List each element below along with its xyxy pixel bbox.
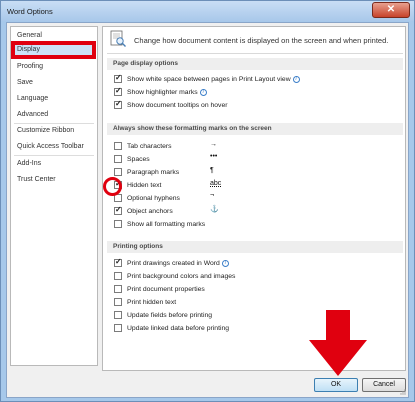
display-highlight-annotation — [11, 41, 96, 59]
checkbox[interactable] — [114, 99, 122, 109]
sidebar-item-quick-access-toolbar[interactable]: Quick Access Toolbar — [17, 143, 84, 150]
option-paragraph-marks[interactable]: Paragraph marks — [114, 167, 179, 177]
space-dots-icon: ••• — [210, 153, 218, 160]
option-label: Update linked data before printing — [127, 324, 230, 332]
option-show-document-tooltips[interactable]: Show document tooltips on hover — [114, 99, 228, 110]
tab-arrow-icon: → — [210, 141, 217, 148]
display-document-icon — [110, 30, 126, 47]
option-show-highlighter-marks[interactable]: Show highlighter marks i — [114, 86, 207, 97]
title-bar: Word Options ✕ — [1, 1, 414, 21]
option-update-fields[interactable]: Update fields before printing — [114, 310, 212, 320]
option-print-hidden-text[interactable]: Print hidden text — [114, 297, 176, 307]
option-object-anchors[interactable]: Object anchors — [114, 205, 173, 216]
option-tab-characters[interactable]: Tab characters — [114, 141, 172, 151]
option-label: Print drawings created in Word — [127, 259, 220, 267]
option-label: Hidden text — [127, 181, 162, 189]
option-optional-hyphens[interactable]: Optional hyphens — [114, 193, 180, 203]
close-icon: ✕ — [386, 4, 396, 15]
option-show-all-formatting-marks[interactable]: Show all formatting marks — [114, 219, 205, 229]
resize-grip-icon[interactable] — [398, 387, 406, 395]
hidden-text-icon: abc — [210, 180, 222, 187]
option-label: Show white space between pages in Print … — [127, 75, 291, 83]
checkbox[interactable] — [114, 257, 122, 267]
checkbox[interactable] — [114, 220, 122, 228]
panel-description: Change how document content is displayed… — [134, 36, 389, 45]
ok-button[interactable]: OK — [314, 378, 358, 392]
optional-hyphen-icon: ¬ — [210, 192, 215, 199]
header-divider — [107, 53, 403, 54]
window-title: Word Options — [7, 7, 53, 16]
checkbox[interactable] — [114, 205, 122, 215]
checkbox[interactable] — [114, 272, 122, 280]
option-label: Print document properties — [127, 285, 205, 293]
option-label: Optional hyphens — [127, 194, 180, 202]
checkbox[interactable] — [114, 311, 122, 319]
section-title-printing: Printing options — [107, 241, 403, 253]
sidebar-divider — [14, 123, 94, 124]
hidden-text-circle-annotation — [103, 177, 122, 196]
checkbox[interactable] — [114, 73, 122, 83]
option-print-background[interactable]: Print background colors and images — [114, 271, 235, 281]
anchor-icon: ⚓ — [210, 206, 219, 213]
option-print-drawings[interactable]: Print drawings created in Word i — [114, 257, 229, 268]
option-spaces[interactable]: Spaces — [114, 154, 150, 164]
option-label: Show document tooltips on hover — [127, 101, 228, 109]
checkbox[interactable] — [114, 168, 122, 176]
info-icon: i — [221, 259, 229, 267]
section-title-page-display: Page display options — [107, 58, 403, 70]
sidebar-item-language[interactable]: Language — [17, 95, 48, 102]
sidebar-item-advanced[interactable]: Advanced — [17, 111, 48, 118]
option-label: Paragraph marks — [127, 168, 180, 176]
option-label: Show highlighter marks — [127, 88, 198, 96]
option-label: Spaces — [127, 155, 150, 163]
sidebar-item-proofing[interactable]: Proofing — [17, 63, 43, 70]
sidebar-divider — [14, 155, 94, 156]
checkbox[interactable] — [114, 285, 122, 293]
option-label: Print background colors and images — [127, 272, 236, 280]
section-title-formatting-marks: Always show these formatting marks on th… — [107, 123, 403, 135]
option-label: Show all formatting marks — [127, 220, 206, 228]
close-button[interactable]: ✕ — [372, 2, 410, 18]
checkbox[interactable] — [114, 86, 122, 96]
option-label: Tab characters — [127, 142, 172, 150]
info-icon: i — [199, 88, 207, 96]
sidebar-item-general[interactable]: General — [17, 32, 42, 39]
pilcrow-icon: ¶ — [210, 167, 214, 174]
sidebar-item-customize-ribbon[interactable]: Customize Ribbon — [17, 127, 74, 134]
checkbox[interactable] — [114, 155, 122, 163]
checkbox[interactable] — [114, 324, 122, 332]
option-label: Print hidden text — [127, 298, 177, 306]
option-label: Update fields before printing — [127, 311, 213, 319]
option-update-linked-data[interactable]: Update linked data before printing — [114, 323, 229, 333]
option-label: Object anchors — [127, 207, 173, 215]
checkbox[interactable] — [114, 298, 122, 306]
info-icon: i — [292, 75, 300, 83]
option-show-white-space[interactable]: Show white space between pages in Print … — [114, 73, 300, 84]
checkbox[interactable] — [114, 142, 122, 150]
sidebar-item-trust-center[interactable]: Trust Center — [17, 176, 56, 183]
option-print-document-properties[interactable]: Print document properties — [114, 284, 205, 294]
sidebar-item-add-ins[interactable]: Add-Ins — [17, 160, 41, 167]
options-sidebar: General Display Proofing Save Language A… — [10, 26, 98, 366]
down-arrow-annotation-icon — [309, 310, 367, 376]
word-options-window: Word Options ✕ General Display Proofing … — [0, 0, 415, 402]
sidebar-item-save[interactable]: Save — [17, 79, 33, 86]
